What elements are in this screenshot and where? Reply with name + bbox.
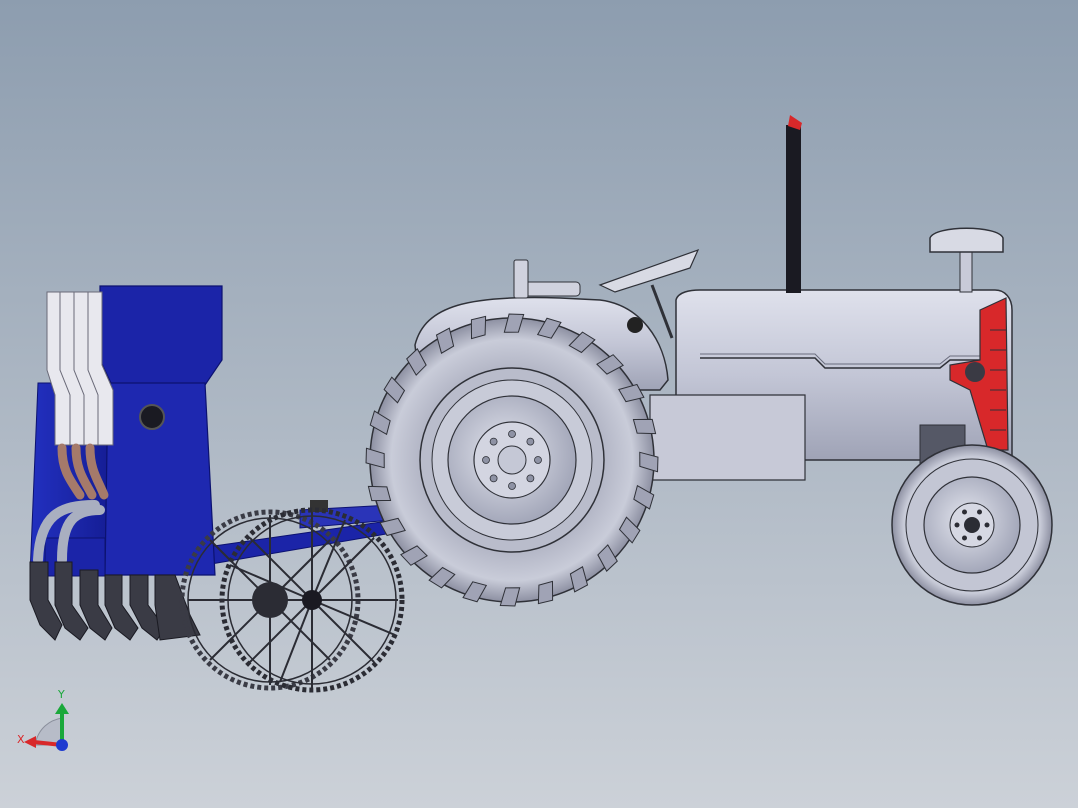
hub-bolt	[489, 437, 498, 446]
hub-bolt	[526, 437, 535, 446]
cad-viewport[interactable]: X Y	[0, 0, 1078, 808]
triad-z-axis	[56, 739, 68, 751]
dash-knob	[627, 317, 643, 333]
seed-hopper	[99, 285, 223, 386]
tire-lug	[632, 418, 657, 435]
air-cleaner-stem	[959, 249, 973, 293]
headlight	[965, 362, 985, 382]
hub-bolt	[962, 535, 967, 541]
exhaust-pipe	[786, 125, 801, 293]
hub-bolt	[526, 474, 535, 483]
tire-lug	[537, 580, 554, 605]
hub-bolt	[977, 509, 982, 515]
hub-bolt	[954, 522, 960, 528]
drill-knob	[139, 404, 165, 430]
air-cleaner-cap	[929, 227, 1004, 253]
hub-bolt	[508, 482, 516, 490]
hub-bolt	[977, 535, 982, 541]
hub-bolt	[962, 509, 967, 515]
rear-tire[interactable]	[365, 313, 659, 607]
hub-bolt	[482, 456, 490, 464]
triad-y-label: Y	[58, 688, 65, 701]
hub-bolt	[508, 430, 516, 438]
transmission-housing	[649, 394, 806, 481]
triad-x-label: X	[17, 733, 25, 746]
front-tire[interactable]	[891, 444, 1053, 606]
seat-back	[513, 259, 529, 299]
cad-scene[interactable]	[0, 0, 1078, 808]
tire-lug	[470, 315, 487, 340]
hub-bolt	[984, 522, 990, 528]
hub-bolt	[534, 456, 542, 464]
tire-lug	[367, 485, 392, 502]
hub-bolt	[489, 474, 498, 483]
